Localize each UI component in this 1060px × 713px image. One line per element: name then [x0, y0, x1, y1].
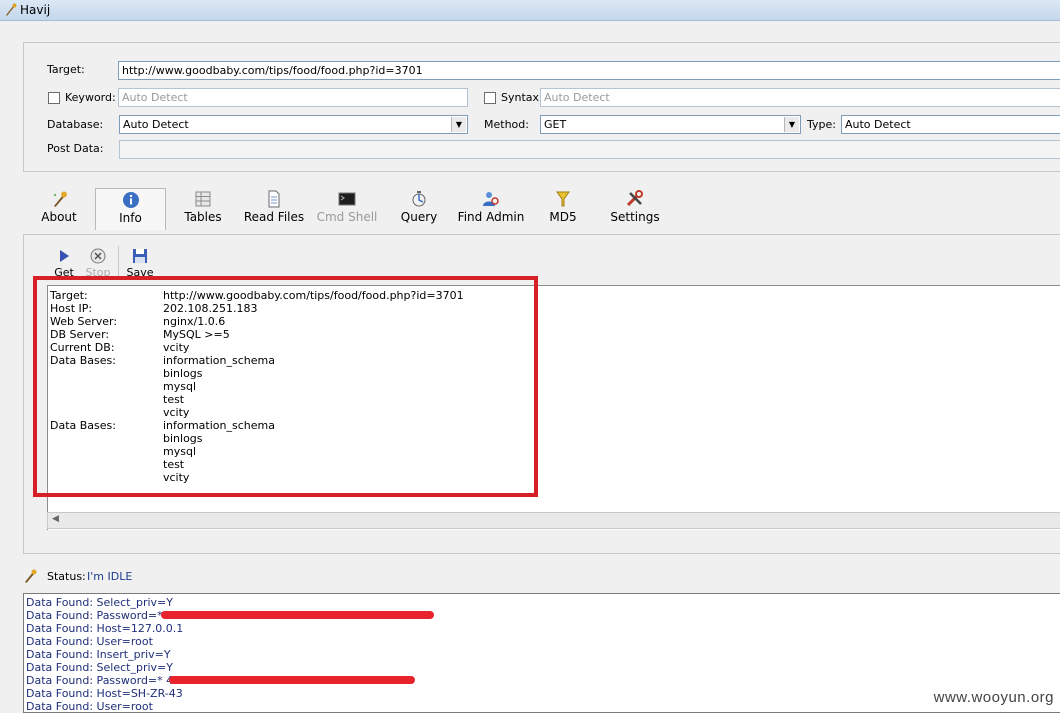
- stop-button[interactable]: Stop: [83, 248, 113, 279]
- method-select-value: GET: [544, 118, 567, 131]
- info-label: Info: [119, 211, 142, 225]
- md5-button[interactable]: MD5: [540, 182, 586, 228]
- window-title: Havij: [20, 3, 51, 17]
- log-output[interactable]: Data Found: Select_priv=Y Data Found: Pas…: [23, 593, 1060, 713]
- type-select[interactable]: Auto Detect: [841, 115, 1060, 134]
- log-line: Data Found: User=root: [26, 700, 153, 713]
- redaction-mark: [169, 676, 415, 684]
- log-line: Data Found: Select_priv=Y: [26, 596, 173, 609]
- database-label: Database:: [47, 118, 104, 131]
- settings-button[interactable]: Settings: [608, 182, 662, 228]
- log-line: Data Found: Select_priv=Y: [26, 661, 173, 674]
- find-admin-label: Find Admin: [457, 210, 525, 224]
- save-button[interactable]: Save: [125, 248, 155, 279]
- settings-label: Settings: [610, 210, 660, 224]
- keyword-label: Keyword:: [65, 91, 116, 104]
- method-label: Method:: [484, 118, 529, 131]
- tab-info[interactable]: Info: [95, 188, 166, 230]
- cmd-shell-button[interactable]: Cmd Shell: [315, 182, 379, 228]
- highlight-box: [33, 276, 538, 497]
- get-button[interactable]: Get: [52, 248, 76, 279]
- status-icon: [25, 569, 37, 583]
- tables-button[interactable]: Tables: [180, 182, 226, 228]
- log-line: Data Found: Host=127.0.0.1: [26, 622, 184, 635]
- havij-app-icon: [6, 3, 17, 16]
- syntax-input[interactable]: Auto Detect: [540, 88, 1060, 107]
- method-select[interactable]: GET ▼: [540, 115, 801, 134]
- post-data-label: Post Data:: [47, 142, 104, 155]
- stop-icon: [90, 248, 106, 264]
- type-select-value: Auto Detect: [845, 118, 911, 131]
- main-toolbar: About Info Tables Read Files Cmd Shell Q…: [0, 182, 1060, 232]
- log-line: Data Found: Host=SH-ZR-43: [26, 687, 183, 700]
- read-files-button[interactable]: Read Files: [242, 182, 306, 228]
- tables-icon: [195, 191, 211, 207]
- scroll-left-icon[interactable]: ◀: [52, 514, 59, 524]
- keyword-checkbox[interactable]: [48, 92, 60, 104]
- chevron-down-icon[interactable]: ▼: [784, 117, 799, 132]
- database-select-value: Auto Detect: [123, 118, 189, 131]
- about-button[interactable]: About: [36, 182, 82, 228]
- syntax-label: Syntax:: [501, 91, 543, 104]
- target-url-input[interactable]: http://www.goodbaby.com/tips/food/food.p…: [118, 61, 1060, 80]
- log-line: Data Found: User=root: [26, 635, 153, 648]
- query-button[interactable]: Query: [396, 182, 442, 228]
- log-line: Data Found: Insert_priv=Y: [26, 648, 171, 661]
- syntax-checkbox[interactable]: [484, 92, 496, 104]
- redaction-mark: [161, 611, 434, 619]
- about-icon: [53, 191, 67, 207]
- tables-label: Tables: [184, 210, 222, 224]
- database-select[interactable]: Auto Detect ▼: [119, 115, 468, 134]
- status-label: Status:: [47, 570, 86, 583]
- play-icon: [60, 250, 69, 262]
- save-icon: [133, 249, 147, 263]
- info-icon: [122, 192, 139, 208]
- target-label: Target:: [47, 63, 85, 76]
- toolbar-separator: [118, 246, 119, 276]
- query-icon: [412, 191, 426, 207]
- about-label: About: [41, 210, 77, 224]
- cmd-shell-label: Cmd Shell: [316, 210, 378, 224]
- post-data-input[interactable]: [119, 140, 1060, 159]
- chevron-down-icon[interactable]: ▼: [451, 117, 466, 132]
- md5-icon: [556, 191, 570, 207]
- cmd-shell-icon: [338, 192, 356, 206]
- horizontal-scrollbar[interactable]: ◀: [47, 512, 1060, 529]
- status-value: I'm IDLE: [87, 570, 133, 583]
- query-label: Query: [400, 210, 438, 224]
- title-bar: Havij: [0, 0, 1060, 21]
- settings-icon: [626, 190, 643, 207]
- keyword-input[interactable]: Auto Detect: [118, 88, 468, 107]
- watermark: www.wooyun.org: [933, 689, 1054, 706]
- read-files-icon: [268, 190, 280, 208]
- md5-label: MD5: [549, 210, 577, 224]
- read-files-label: Read Files: [243, 210, 305, 224]
- find-admin-icon: [483, 192, 499, 206]
- type-label: Type:: [807, 118, 836, 131]
- find-admin-button[interactable]: Find Admin: [456, 182, 526, 228]
